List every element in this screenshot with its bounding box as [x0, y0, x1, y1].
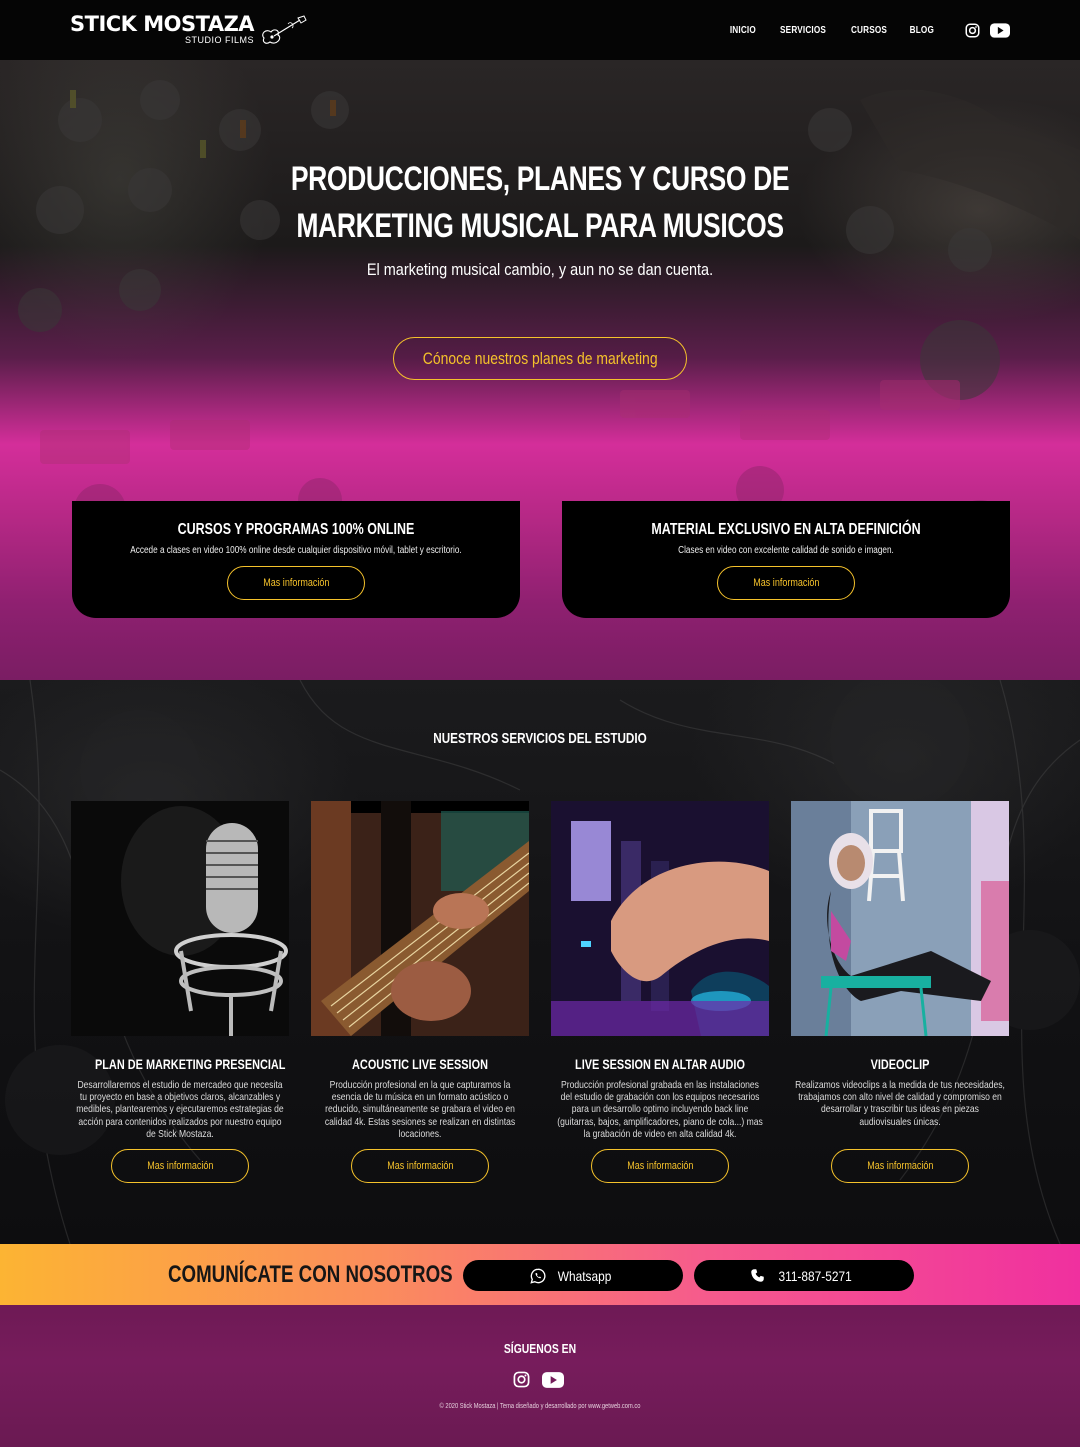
mixer-photo	[551, 801, 769, 1036]
header-social	[965, 22, 1010, 38]
service-title: Acoustic live session	[352, 1056, 488, 1072]
phone-button[interactable]: 311-887-5271	[694, 1260, 914, 1291]
service-title: Plan de marketing presencial	[94, 1056, 286, 1072]
copyright-text: © 2020 Stick Mostaza | Tema diseñado y d…	[439, 1403, 641, 1410]
whatsapp-label: Whatsapp	[557, 1267, 612, 1284]
hero-subtitle: El marketing musical cambio, y aun no se…	[366, 260, 714, 279]
youtube-icon[interactable]	[542, 1371, 564, 1388]
logo-sub-text: STUDIO FILMS	[185, 35, 255, 45]
service-card-acoustic: Acoustic live session Producción profesi…	[311, 801, 529, 1183]
feature-text: Clases en video con excelente calidad de…	[678, 545, 894, 556]
service-card-altar: Live session en Altar Audio Producción p…	[551, 801, 769, 1183]
service-title: Videoclip	[870, 1056, 930, 1072]
videoclip-photo	[791, 801, 1009, 1036]
youtube-icon[interactable]	[990, 22, 1010, 38]
nav-cursos[interactable]: CURSOS	[851, 25, 887, 36]
footer-social	[513, 1371, 564, 1388]
marketing-plans-button[interactable]: Cónoce nuestros planes de marketing	[393, 337, 687, 380]
bass-guitar-photo	[311, 801, 529, 1036]
nav-blog[interactable]: BLOG	[910, 25, 934, 36]
service-description: Desarrollaremos el estudio de mercadeo q…	[76, 1080, 284, 1140]
hero-title-line1: Producciones, planes y curso de	[290, 160, 790, 198]
nav-inicio[interactable]: INICIO	[730, 25, 756, 36]
hero-section: Producciones, planes y curso de marketin…	[0, 60, 1080, 680]
service-description: Producción profesional en la que captura…	[324, 1080, 516, 1140]
service-more-label: Mas información	[146, 1160, 214, 1172]
service-more-button[interactable]: Mas información	[591, 1149, 729, 1183]
service-title: Live session en Altar Audio	[575, 1056, 745, 1072]
whatsapp-button[interactable]: Whatsapp	[463, 1260, 683, 1291]
service-more-label: Mas información	[386, 1160, 454, 1172]
feature-text: Accede a clases en video 100% online des…	[130, 545, 462, 556]
feature-more-button[interactable]: Mas información	[227, 566, 365, 600]
guitar-logo-icon	[262, 15, 307, 44]
feature-title: Cursos y programas 100% online	[177, 521, 415, 538]
nav-servicios[interactable]: SERVICIOS	[780, 25, 826, 36]
site-logo[interactable]: STICK MOSTAZA STUDIO FILMS	[70, 12, 310, 48]
phone-icon	[751, 1269, 764, 1282]
services-section: Nuestros servicios del estudio Plan de m…	[0, 680, 1080, 1244]
feature-more-label: Mas información	[752, 577, 820, 589]
service-card-videoclip: Videoclip Realizamos videoclips a la med…	[791, 801, 1009, 1183]
instagram-icon[interactable]	[965, 23, 980, 38]
phone-label: 311-887-5271	[778, 1267, 852, 1284]
hero-title: Producciones, planes y curso de marketin…	[119, 156, 961, 250]
service-more-button[interactable]: Mas información	[351, 1149, 489, 1183]
feature-card-online: Cursos y programas 100% online Accede a …	[72, 501, 520, 618]
service-more-label: Mas información	[866, 1160, 934, 1172]
whatsapp-icon	[530, 1268, 546, 1284]
microphone-photo	[71, 801, 289, 1036]
marketing-plans-button-label: Cónoce nuestros planes de marketing	[422, 348, 658, 368]
follow-us-title: SÍGUENOS EN	[503, 1341, 577, 1356]
feature-title: Material exclusivo en alta definición	[651, 521, 921, 538]
services-title: Nuestros servicios del estudio	[433, 730, 647, 747]
service-description: Realizamos videoclips a la medida de tus…	[795, 1080, 1005, 1128]
feature-more-button[interactable]: Mas información	[717, 566, 855, 600]
feature-card-hd: Material exclusivo en alta definición Cl…	[562, 501, 1010, 618]
contact-strip: Comunícate con nosotros Whatsapp 311-887…	[0, 1244, 1080, 1305]
contact-title: Comunícate con nosotros	[168, 1261, 453, 1288]
instagram-icon[interactable]	[513, 1371, 530, 1388]
service-more-button[interactable]: Mas información	[111, 1149, 249, 1183]
main-nav: INICIO SERVICIOS CURSOS BLOG	[727, 0, 1010, 60]
service-card-marketing: Plan de marketing presencial Desarrollar…	[71, 801, 289, 1183]
site-footer: SÍGUENOS EN © 2020 Stick Mostaza | Tema …	[0, 1305, 1080, 1447]
feature-more-label: Mas información	[262, 577, 330, 589]
service-description: Producción profesional grabada en las in…	[557, 1080, 763, 1140]
service-more-label: Mas información	[626, 1160, 694, 1172]
hero-title-line2: marketing musical para musicos	[296, 207, 784, 245]
site-header: STICK MOSTAZA STUDIO FILMS INICIO SERVIC…	[0, 0, 1080, 60]
service-more-button[interactable]: Mas información	[831, 1149, 969, 1183]
